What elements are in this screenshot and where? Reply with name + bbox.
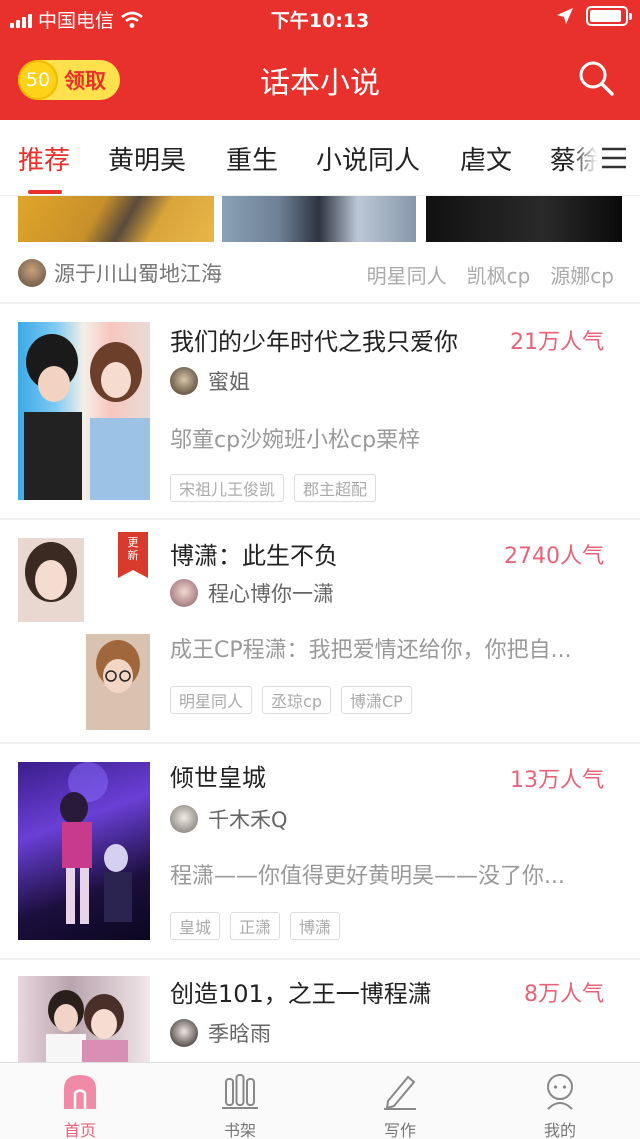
- author-name: 季晗雨: [208, 1022, 271, 1046]
- active-tab-indicator: [28, 190, 62, 194]
- story-description: 邬童cp沙婉班小松cp栗梓: [170, 428, 421, 453]
- featured-image[interactable]: [222, 196, 416, 242]
- tab-fanfiction[interactable]: 小说同人: [316, 140, 420, 177]
- story-cover[interactable]: [18, 976, 150, 1062]
- popularity: 21万人气: [510, 330, 604, 355]
- nav-write[interactable]: 写作: [360, 1071, 440, 1139]
- tag[interactable]: 郡主超配: [294, 474, 377, 502]
- story-tags: 皇城 正潇 博潇: [170, 912, 341, 940]
- app-title: 话本小说: [260, 66, 380, 101]
- tab-huang-minghao[interactable]: 黄明昊: [108, 140, 186, 177]
- bookshelf-icon: [222, 1074, 258, 1109]
- story-cover[interactable]: [18, 762, 150, 940]
- avatar: [170, 579, 198, 607]
- bottom-nav: 首页 书架 写作 我的: [0, 1062, 640, 1139]
- story-cover[interactable]: [18, 322, 150, 500]
- story-feed[interactable]: 源于川山蜀地江海 明星同人 凯枫cp 源娜cp 我们的少年时代之我只爱你 21万…: [0, 196, 640, 1062]
- source-name: 源于川山蜀地江海: [54, 262, 222, 286]
- location-arrow-icon: [557, 8, 573, 24]
- tag[interactable]: 明星同人: [367, 260, 447, 289]
- story-title[interactable]: 倾世皇城: [170, 758, 266, 793]
- avatar: [170, 367, 198, 395]
- story-title[interactable]: 我们的少年时代之我只爱你: [170, 322, 458, 357]
- pen-icon: [384, 1075, 416, 1110]
- featured-image-strip[interactable]: [18, 196, 622, 242]
- story-author[interactable]: 千木禾Q: [170, 804, 288, 834]
- nav-home[interactable]: 首页: [40, 1071, 120, 1139]
- author-name: 千木禾Q: [208, 808, 288, 832]
- nav-label: 我的: [543, 1121, 576, 1139]
- menu-icon[interactable]: [598, 142, 630, 174]
- author-name: 蜜姐: [208, 370, 250, 394]
- tab-rebirth[interactable]: 重生: [226, 140, 278, 177]
- home-icon: [64, 1075, 96, 1109]
- status-time: 下午10:13: [270, 10, 370, 32]
- tab-angst[interactable]: 虐文: [460, 140, 512, 177]
- cover-art: [60, 762, 132, 924]
- tag[interactable]: 源娜cp: [550, 260, 614, 289]
- story-author[interactable]: 程心博你一潇: [170, 578, 334, 608]
- tag[interactable]: 皇城: [170, 912, 221, 940]
- tab-recommend[interactable]: 推荐: [18, 140, 70, 177]
- featured-image[interactable]: [18, 196, 214, 242]
- battery-icon: [586, 6, 632, 26]
- story-description: 程潇——你值得更好黄明昊——没了你...: [170, 864, 565, 889]
- story-tags: 宋祖儿王俊凯 郡主超配: [170, 474, 377, 502]
- story-card[interactable]: 创造101，之王一博程潇 8万人气 季晗雨: [0, 960, 640, 1062]
- story-card[interactable]: 更新 博潇：此生不负 2740人气 程心博你一潇 成王CP程潇：我把爱情还给你，…: [0, 520, 640, 742]
- story-description: 成王CP程潇：我把爱情还给你，你把自...: [170, 638, 572, 663]
- tag[interactable]: 宋祖儿王俊凯: [170, 474, 285, 502]
- tag[interactable]: 明星同人: [170, 686, 253, 714]
- app-header: 中国电信 下午10:13 50 领取 话本小说: [0, 0, 640, 120]
- strip-tags: 明星同人 凯枫cp 源娜cp: [367, 260, 614, 289]
- avatar: [170, 805, 198, 833]
- status-bar: 中国电信 下午10:13: [0, 0, 640, 36]
- story-author[interactable]: 季晗雨: [170, 1018, 271, 1048]
- story-author[interactable]: 蜜姐: [170, 366, 250, 396]
- featured-image[interactable]: [426, 196, 622, 242]
- strip-source[interactable]: 源于川山蜀地江海: [18, 258, 222, 288]
- avatar: [18, 259, 46, 287]
- cover-art: [24, 334, 150, 500]
- nav-label: 首页: [63, 1121, 96, 1139]
- nav-profile[interactable]: 我的: [520, 1071, 600, 1139]
- tag[interactable]: 凯枫cp: [467, 260, 531, 289]
- update-badge: 更新: [118, 532, 148, 578]
- tag[interactable]: 正潇: [230, 912, 281, 940]
- popularity: 8万人气: [524, 982, 604, 1007]
- search-icon[interactable]: [576, 58, 616, 98]
- cover-art: [46, 990, 128, 1062]
- story-card[interactable]: 倾世皇城 13万人气 千木禾Q 程潇——你值得更好黄明昊——没了你... 皇城 …: [0, 744, 640, 958]
- avatar: [170, 1019, 198, 1047]
- popularity: 13万人气: [510, 768, 604, 793]
- story-title[interactable]: 博潇：此生不负: [170, 536, 338, 571]
- nav-bookshelf[interactable]: 书架: [200, 1071, 280, 1139]
- author-name: 程心博你一潇: [208, 582, 334, 606]
- tag[interactable]: 博潇: [290, 912, 341, 940]
- story-tags: 明星同人 丞琼cp 博潇CP: [170, 686, 412, 714]
- tag[interactable]: 丞琼cp: [262, 686, 331, 714]
- story-title[interactable]: 创造101，之王一博程潇: [170, 974, 432, 1009]
- story-card[interactable]: 我们的少年时代之我只爱你 21万人气 蜜姐 邬童cp沙婉班小松cp栗梓 宋祖儿王…: [0, 304, 640, 518]
- category-tabs: 推荐 黄明昊 重生 小说同人 虐文 蔡徐: [0, 120, 640, 196]
- nav-label: 书架: [223, 1121, 256, 1139]
- tag[interactable]: 博潇CP: [340, 686, 412, 714]
- profile-icon: [547, 1074, 573, 1110]
- nav-label: 写作: [383, 1121, 416, 1139]
- popularity: 2740人气: [504, 544, 604, 569]
